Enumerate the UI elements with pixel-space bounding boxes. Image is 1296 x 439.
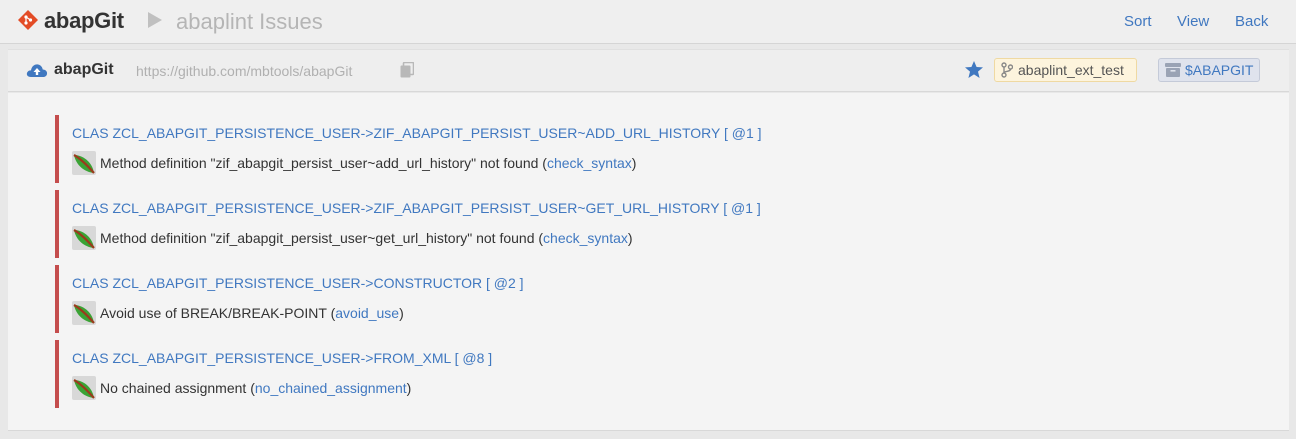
abaplint-leaf-icon [72,301,96,325]
issue-location-link[interactable]: CLAS ZCL_ABAPGIT_PERSISTENCE_USER->ZIF_A… [72,200,761,216]
issue-message: No chained assignment (no_chained_assign… [72,376,411,400]
repo-url[interactable]: https://github.com/mbtools/abapGit [136,63,352,79]
repo-bar: abapGit https://github.com/mbtools/abapG… [8,49,1289,92]
breadcrumb-arrow-icon [148,12,162,28]
issue-message-text: Method definition "zif_abapgit_persist_u… [100,230,544,246]
star-icon[interactable] [964,60,984,80]
package-name: $ABAPGIT [1185,62,1254,78]
branch-badge[interactable]: abaplint_ext_test [994,58,1137,82]
menu-back[interactable]: Back [1235,13,1268,30]
page-header: abapGit abaplint Issues Sort View Back [0,0,1296,44]
issue-item: CLAS ZCL_ABAPGIT_PERSISTENCE_USER->ZIF_A… [55,190,1155,258]
issue-item: CLAS ZCL_ABAPGIT_PERSISTENCE_USER->CONST… [55,265,1155,333]
abaplint-leaf-icon [72,376,96,400]
issue-message-close: ) [627,230,633,246]
issue-message-close: ) [406,380,412,396]
menu-sort[interactable]: Sort [1124,13,1152,30]
issue-message: Method definition "zif_abapgit_persist_u… [72,151,636,175]
app-title[interactable]: abapGit [44,8,124,34]
issue-rule-link[interactable]: check_syntax [543,230,628,246]
copy-icon[interactable] [400,62,414,78]
issue-message: Method definition "zif_abapgit_persist_u… [72,226,633,250]
issue-message-close: ) [631,155,637,171]
issue-message: Avoid use of BREAK/BREAK-POINT (avoid_us… [72,301,404,325]
git-diamond-icon[interactable] [18,10,38,30]
issue-message-text: No chained assignment ( [100,380,255,396]
issue-location-link[interactable]: CLAS ZCL_ABAPGIT_PERSISTENCE_USER->ZIF_A… [72,125,762,141]
abaplint-leaf-icon [72,226,96,250]
cloud-upload-icon [26,64,48,77]
abaplint-leaf-icon [72,151,96,175]
issue-message-text: Method definition "zif_abapgit_persist_u… [100,155,547,171]
package-badge[interactable]: $ABAPGIT [1158,58,1261,82]
menu-view[interactable]: View [1177,13,1209,30]
page-title: abaplint Issues [176,9,323,34]
issue-rule-link[interactable]: check_syntax [547,155,632,171]
issue-rule-link[interactable]: no_chained_assignment [255,380,407,396]
issue-location-link[interactable]: CLAS ZCL_ABAPGIT_PERSISTENCE_USER->FROM_… [72,350,492,366]
issue-item: CLAS ZCL_ABAPGIT_PERSISTENCE_USER->FROM_… [55,340,1155,408]
issue-rule-link[interactable]: avoid_use [335,305,399,321]
code-branch-icon [1001,62,1013,78]
repo-name: abapGit [54,61,114,78]
issues-list: CLAS ZCL_ABAPGIT_PERSISTENCE_USER->ZIF_A… [8,93,1289,431]
issue-message-text: Avoid use of BREAK/BREAK-POINT ( [100,305,336,321]
branch-name: abaplint_ext_test [1018,62,1124,78]
issue-location-link[interactable]: CLAS ZCL_ABAPGIT_PERSISTENCE_USER->CONST… [72,275,524,291]
box-icon [1165,63,1181,77]
issue-item: CLAS ZCL_ABAPGIT_PERSISTENCE_USER->ZIF_A… [55,115,1155,183]
issue-message-close: ) [399,305,404,321]
